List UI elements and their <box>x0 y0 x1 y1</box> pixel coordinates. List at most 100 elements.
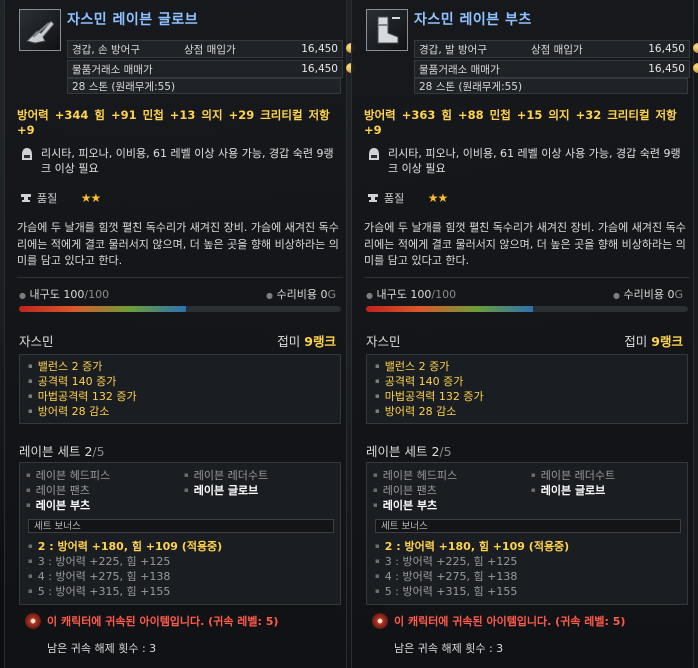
enchant-effect: 공격력 140 증가 <box>367 374 687 389</box>
set-item: 레이븐 팬츠 <box>373 483 437 498</box>
set-bonus-active: 2 : 방어력 +180, 힘 +109 (적용중) <box>28 539 222 554</box>
set-bonus: 3 : 방어력 +225, 힘 +125 <box>28 554 171 569</box>
price-row-shop: 경갑, 발 방어구 상점 매입가 16,450 <box>414 40 698 58</box>
repair-unit: G <box>327 288 336 301</box>
enchant-effect: 마법공격력 132 증가 <box>367 389 687 404</box>
boots-icon <box>366 9 408 51</box>
bound-text: 이 캐릭터에 귀속된 아이템입니다. (귀속 레벨: 5) <box>394 615 626 628</box>
set-bonus-label: 세트 보너스 <box>28 519 334 533</box>
set-bonus: 5 : 방어력 +315, 힘 +155 <box>375 584 518 599</box>
divider <box>364 277 690 278</box>
durability-max: /100 <box>84 288 110 301</box>
requirement-text: 리시타, 피오나, 이비용, 61 레벨 이상 사용 가능, 경갑 숙련 9랭크… <box>41 147 334 175</box>
bound-text: 이 캐릭터에 귀속된 아이템입니다. (귀속 레벨: 5) <box>47 615 279 628</box>
durability: ● 내구도 100/100 <box>366 288 457 301</box>
set-bonus: 5 : 방어력 +315, 힘 +155 <box>28 584 171 599</box>
enchant-effect: 방어력 28 감소 <box>20 404 340 419</box>
enchant-effects: 밸런스 2 증가 공격력 140 증가 마법공격력 132 증가 방어력 28 … <box>19 354 341 424</box>
set-title: 레이븐 세트 2/5 <box>19 441 105 460</box>
quality-stars: ★★ <box>80 191 101 205</box>
set-name: 레이븐 세트 <box>19 444 81 459</box>
durability-current: 100 <box>410 288 432 301</box>
bound-seal-icon <box>25 613 41 629</box>
set-total: /5 <box>92 444 105 459</box>
set-bonus: 3 : 방어력 +225, 힘 +125 <box>375 554 518 569</box>
unbind-count: 남은 귀속 해제 횟수 : 3 <box>47 642 157 655</box>
quality-label: 품질 <box>384 192 405 205</box>
set-item: 레이븐 팬츠 <box>26 483 90 498</box>
auction-price-value: 16,450 <box>301 63 338 75</box>
durability-label: 내구도 <box>29 288 60 301</box>
anvil-icon <box>21 194 31 202</box>
set-total: /5 <box>439 444 452 459</box>
helmet-icon <box>19 146 35 168</box>
enchant-title: 자스민 <box>366 334 401 349</box>
shop-price-value: 16,450 <box>301 43 338 55</box>
enchant-rank-value: 9랭크 <box>304 334 336 349</box>
enchant-rank-label: 접미 <box>624 334 648 349</box>
set-item-equipped: 레이븐 부츠 <box>373 498 437 513</box>
set-item-equipped: 레이븐 글로브 <box>531 483 606 498</box>
set-box: 레이븐 헤드피스 레이븐 레더수트 레이븐 팬츠 레이븐 글로브 레이븐 부츠 … <box>19 462 341 605</box>
set-title: 레이븐 세트 2/5 <box>366 441 452 460</box>
item-name: 자스민 레이븐 부츠 <box>414 12 532 28</box>
enchant-rank-value: 9랭크 <box>651 334 683 349</box>
enchant-effect: 밸런스 2 증가 <box>20 359 340 374</box>
item-requirement: 리시타, 피오나, 이비용, 61 레벨 이상 사용 가능, 경갑 숙련 9랭크… <box>19 146 339 176</box>
set-item: 레이븐 헤드피스 <box>26 468 110 483</box>
item-type: 경갑, 손 방어구 <box>72 43 140 56</box>
bound-notice: 이 캐릭터에 귀속된 아이템입니다. (귀속 레벨: 5) <box>25 613 278 629</box>
bound-seal-icon <box>372 613 388 629</box>
item-weight: 28 스톤 (원래무게:55) <box>67 78 341 94</box>
auction-price-value: 16,450 <box>648 63 685 75</box>
item-stats: 방어력 +363 힘 +88 민첩 +15 의지 +32 크리티컬 저항 +9 <box>364 108 677 137</box>
enchant-effects: 밸런스 2 증가 공격력 140 증가 마법공격력 132 증가 방어력 28 … <box>366 354 688 424</box>
set-item: 레이븐 헤드피스 <box>373 468 457 483</box>
item-stats: 방어력 +344 힘 +91 민첩 +13 의지 +29 크리티컬 저항 +9 <box>17 108 330 137</box>
set-bonus: 4 : 방어력 +275, 힘 +138 <box>375 569 518 584</box>
item-tooltip-gloves: 자스민 레이븐 글로브 경갑, 손 방어구 상점 매입가 16,450 물품거래… <box>4 0 356 668</box>
item-quality: 품질 ★★ <box>19 190 101 206</box>
auction-price-label: 물품거래소 매매가 <box>72 63 153 76</box>
repair-cost: ● 수리비용 0G <box>613 288 683 301</box>
shop-price-label: 상점 매입가 <box>531 43 583 56</box>
item-description: 가슴에 두 날개를 힘껏 펼친 독수리가 새겨진 장비. 가슴에 새겨진 독수리… <box>364 221 686 267</box>
durability-label: 내구도 <box>376 288 407 301</box>
durability-bar <box>19 306 341 312</box>
glove-icon <box>19 9 61 51</box>
quality-label: 품질 <box>37 192 58 205</box>
enchant-effect: 방어력 28 감소 <box>367 404 687 419</box>
unbind-count: 남은 귀속 해제 횟수 : 3 <box>394 642 504 655</box>
set-bonus: 4 : 방어력 +275, 힘 +138 <box>28 569 171 584</box>
durability: ● 내구도 100/100 <box>19 288 110 301</box>
set-item-equipped: 레이븐 부츠 <box>26 498 90 513</box>
bound-notice: 이 캐릭터에 귀속된 아이템입니다. (귀속 레벨: 5) <box>372 613 625 629</box>
enchant-effect: 마법공격력 132 증가 <box>20 389 340 404</box>
shop-price-value: 16,450 <box>648 43 685 55</box>
enchant-title: 자스민 <box>19 334 54 349</box>
quality-stars: ★★ <box>427 191 448 205</box>
item-type: 경갑, 발 방어구 <box>419 43 487 56</box>
item-requirement: 리시타, 피오나, 이비용, 61 레벨 이상 사용 가능, 경갑 숙련 9랭크… <box>366 146 686 176</box>
item-description: 가슴에 두 날개를 힘껏 펼친 독수리가 새겨진 장비. 가슴에 새겨진 독수리… <box>17 221 339 267</box>
requirement-text: 리시타, 피오나, 이비용, 61 레벨 이상 사용 가능, 경갑 숙련 9랭크… <box>388 147 681 175</box>
item-tooltip-boots: 자스민 레이븐 부츠 경갑, 발 방어구 상점 매입가 16,450 물품거래소… <box>351 0 698 668</box>
anvil-icon <box>368 194 378 202</box>
set-bonus-active: 2 : 방어력 +180, 힘 +109 (적용중) <box>375 539 569 554</box>
repair-unit: G <box>674 288 683 301</box>
set-item: 레이븐 레더수트 <box>184 468 268 483</box>
enchant-effect: 공격력 140 증가 <box>20 374 340 389</box>
gold-coin-icon <box>693 43 698 53</box>
set-item-equipped: 레이븐 글로브 <box>184 483 259 498</box>
set-box: 레이븐 헤드피스 레이븐 레더수트 레이븐 팬츠 레이븐 글로브 레이븐 부츠 … <box>366 462 688 605</box>
durability-current: 100 <box>63 288 85 301</box>
price-row-auction: 물품거래소 매매가 16,450 <box>414 60 698 78</box>
item-weight: 28 스톤 (원래무게:55) <box>414 78 688 94</box>
shop-price-label: 상점 매입가 <box>184 43 236 56</box>
repair-cost: ● 수리비용 0G <box>266 288 336 301</box>
enchant-effect: 밸런스 2 증가 <box>367 359 687 374</box>
item-quality: 품질 ★★ <box>366 190 448 206</box>
set-item: 레이븐 레더수트 <box>531 468 615 483</box>
enchant-rank: 접미 9랭크 <box>277 331 336 350</box>
gold-coin-icon <box>693 63 698 73</box>
